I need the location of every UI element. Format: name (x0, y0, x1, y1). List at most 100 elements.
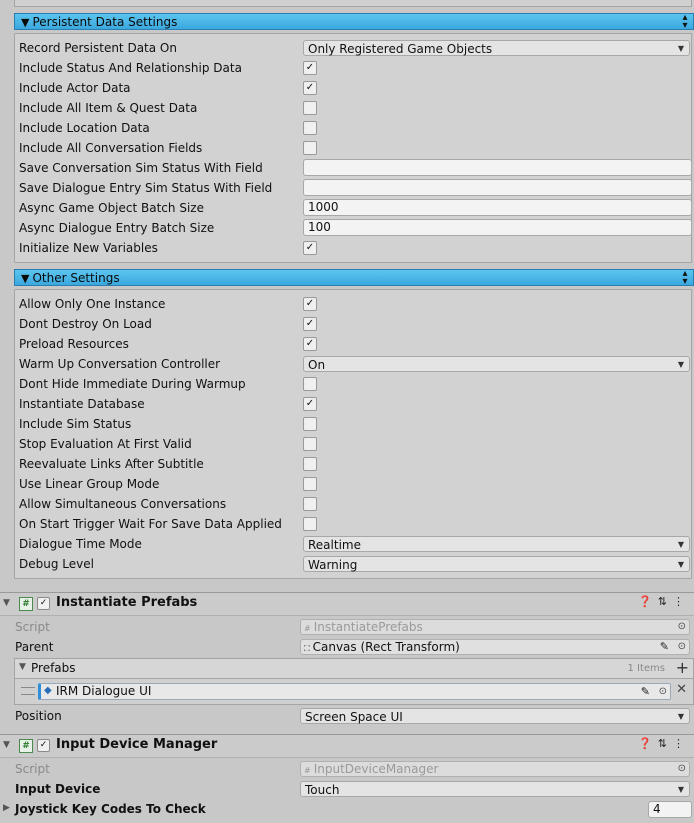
header-icons: ❓⇅⋮ (638, 737, 690, 750)
chevron-down-icon: ▼ (677, 44, 684, 53)
chevron-down-icon: ▼ (677, 560, 684, 569)
settings-icon[interactable]: ⇅ (658, 737, 673, 750)
component-enabled-checkbox[interactable]: ✓ (37, 739, 50, 752)
prefab-cube-icon: ◆ (44, 685, 52, 696)
allow-simultaneous-conversations-checkbox[interactable] (303, 497, 317, 511)
record-persistent-data-on-label: Record Persistent Data On (19, 41, 177, 55)
debug-level-dropdown[interactable]: Warning ▼ (303, 556, 690, 572)
component-title: Input Device Manager (56, 737, 218, 752)
allow-only-one-instance-checkbox[interactable]: ✓ (303, 297, 317, 311)
pencil-icon[interactable]: ✎ (660, 640, 669, 654)
on-start-trigger-wait-for-save-data-applied-checkbox[interactable] (303, 517, 317, 531)
dont-destroy-on-load-checkbox[interactable]: ✓ (303, 317, 317, 331)
position-dropdown[interactable]: Screen Space UI ▼ (300, 708, 690, 724)
settings-icon[interactable]: ⇅ (658, 595, 673, 608)
object-picker-icon[interactable]: ⊙ (659, 684, 667, 699)
foldout-arrow-icon[interactable]: ▼ (19, 662, 26, 672)
drag-handle-icon[interactable] (21, 687, 35, 695)
record-persistent-data-on-dropdown[interactable]: Only Registered Game Objects ▼ (303, 40, 690, 56)
include-all-item-quest-data-checkbox[interactable] (303, 101, 317, 115)
dialogue-time-mode-dropdown[interactable]: Realtime ▼ (303, 536, 690, 552)
parent-label: Parent (15, 640, 54, 654)
preload-resources-checkbox[interactable]: ✓ (303, 337, 317, 351)
help-icon[interactable]: ❓ (638, 595, 658, 608)
kebab-menu-icon[interactable]: ⋮ (673, 595, 690, 608)
prefab-item-value: IRM Dialogue UI (56, 684, 152, 698)
use-linear-group-mode-checkbox[interactable] (303, 477, 317, 491)
initialize-new-variables-checkbox[interactable]: ✓ (303, 241, 317, 255)
joystick-size-value: 4 (653, 802, 661, 816)
object-picker-icon: ⊙ (677, 763, 686, 774)
allow-simultaneous-conversations-label: Allow Simultaneous Conversations (19, 497, 227, 511)
help-icon[interactable]: ❓ (638, 737, 658, 750)
dialogue-time-mode-value: Realtime (308, 538, 361, 552)
input-device-manager-header[interactable]: ▼ # ✓ Input Device Manager ❓⇅⋮ (0, 734, 694, 758)
on-start-trigger-wait-for-save-data-applied-label: On Start Trigger Wait For Save Data Appl… (19, 517, 282, 531)
object-picker-icon: ⊙ (677, 621, 686, 632)
prefabs-list-body: ◆ IRM Dialogue UI ✎ ⊙ ✕ (14, 679, 694, 705)
dont-hide-immediate-during-warmup-label: Dont Hide Immediate During Warmup (19, 377, 246, 391)
async-game-object-batch-size-value: 1000 (308, 200, 339, 214)
async-dialogue-entry-batch-size-field[interactable]: 100 (303, 219, 692, 236)
checkmark-icon: ✓ (305, 82, 315, 93)
include-actor-data-checkbox[interactable]: ✓ (303, 81, 317, 95)
kebab-menu-icon[interactable]: ⋮ (673, 737, 690, 750)
foldout-arrow-icon[interactable]: ▶ (3, 803, 10, 813)
checkmark-icon: ✓ (305, 62, 315, 73)
instantiate-database-checkbox[interactable]: ✓ (303, 397, 317, 411)
record-persistent-data-on-value: Only Registered Game Objects (308, 42, 493, 56)
add-item-icon[interactable]: + (676, 658, 689, 677)
script-field: # InstantiatePrefabs ⊙ (300, 619, 690, 635)
collapse-arrow-icon[interactable]: ▼ (3, 598, 10, 608)
include-sim-status-checkbox[interactable] (303, 417, 317, 431)
include-location-data-checkbox[interactable] (303, 121, 317, 135)
include-sim-status-label: Include Sim Status (19, 417, 132, 431)
save-conversation-sim-status-with-field-field[interactable] (303, 159, 692, 176)
joystick-size-field[interactable]: 4 (648, 801, 692, 818)
include-all-conversation-fields-checkbox[interactable] (303, 141, 317, 155)
warm-up-conversation-controller-dropdown[interactable]: On ▼ (303, 356, 690, 372)
component-enabled-checkbox[interactable]: ✓ (37, 597, 50, 610)
parent-value: Canvas (Rect Transform) (312, 640, 460, 654)
stop-evaluation-at-first-valid-checkbox[interactable] (303, 437, 317, 451)
position-label: Position (15, 709, 62, 723)
initialize-new-variables-label: Initialize New Variables (19, 241, 158, 255)
prefabs-list-header[interactable]: ▼ Prefabs 1 Items + (14, 658, 694, 679)
chevron-down-icon: ▼ (677, 540, 684, 549)
checkmark-icon: ✓ (305, 298, 315, 309)
script-value: InstantiatePrefabs (313, 620, 423, 634)
other-settings-foldout[interactable]: ▼ Other Settings ▴ ▾ (14, 269, 694, 287)
debug-level-label: Debug Level (19, 557, 94, 571)
joystick-key-codes-label: Joystick Key Codes To Check (15, 802, 206, 816)
other-settings-header: Other Settings (32, 271, 120, 285)
object-picker-icon[interactable]: ⊙ (678, 640, 686, 654)
pencil-icon[interactable]: ✎ (641, 684, 650, 699)
include-location-data-label: Include Location Data (19, 121, 150, 135)
reevaluate-links-after-subtitle-checkbox[interactable] (303, 457, 317, 471)
async-game-object-batch-size-field[interactable]: 1000 (303, 199, 692, 216)
dont-hide-immediate-during-warmup-checkbox[interactable] (303, 377, 317, 391)
chevron-down-icon: ▼ (677, 712, 684, 721)
script-label: Script (15, 762, 50, 776)
include-status-and-relationship-data-checkbox[interactable]: ✓ (303, 61, 317, 75)
persistent-data-foldout[interactable]: ▼ Persistent Data Settings ▴ ▾ (14, 13, 694, 31)
include-actor-data-label: Include Actor Data (19, 81, 131, 95)
rect-transform-icon: ⛶ (304, 644, 310, 653)
warm-up-conversation-controller-label: Warm Up Conversation Controller (19, 357, 221, 371)
save-dialogue-entry-sim-status-with-field-field[interactable] (303, 179, 692, 196)
script-field: # InputDeviceManager ⊙ (300, 761, 690, 777)
instantiate-prefabs-header[interactable]: ▼ # ✓ Instantiate Prefabs ❓⇅⋮ (0, 592, 694, 616)
collapse-arrow-icon[interactable]: ▼ (3, 740, 10, 750)
dialogue-time-mode-label: Dialogue Time Mode (19, 537, 142, 551)
persistent-data-header: Persistent Data Settings (32, 15, 178, 29)
remove-item-icon[interactable]: ✕ (676, 682, 687, 697)
prefab-item-field[interactable]: ◆ IRM Dialogue UI ✎ ⊙ (38, 683, 671, 700)
include-status-and-relationship-data-label: Include Status And Relationship Data (19, 61, 242, 75)
prefabs-label: Prefabs (31, 661, 76, 675)
position-value: Screen Space UI (305, 710, 403, 724)
parent-field[interactable]: ⛶ Canvas (Rect Transform) ✎ ⊙ (300, 639, 690, 655)
script-component-icon: # (19, 597, 33, 611)
input-device-dropdown[interactable]: Touch ▼ (300, 781, 690, 797)
save-dialogue-entry-sim-status-with-field-label: Save Dialogue Entry Sim Status With Fiel… (19, 181, 273, 195)
warm-up-conversation-controller-value: On (308, 358, 326, 372)
